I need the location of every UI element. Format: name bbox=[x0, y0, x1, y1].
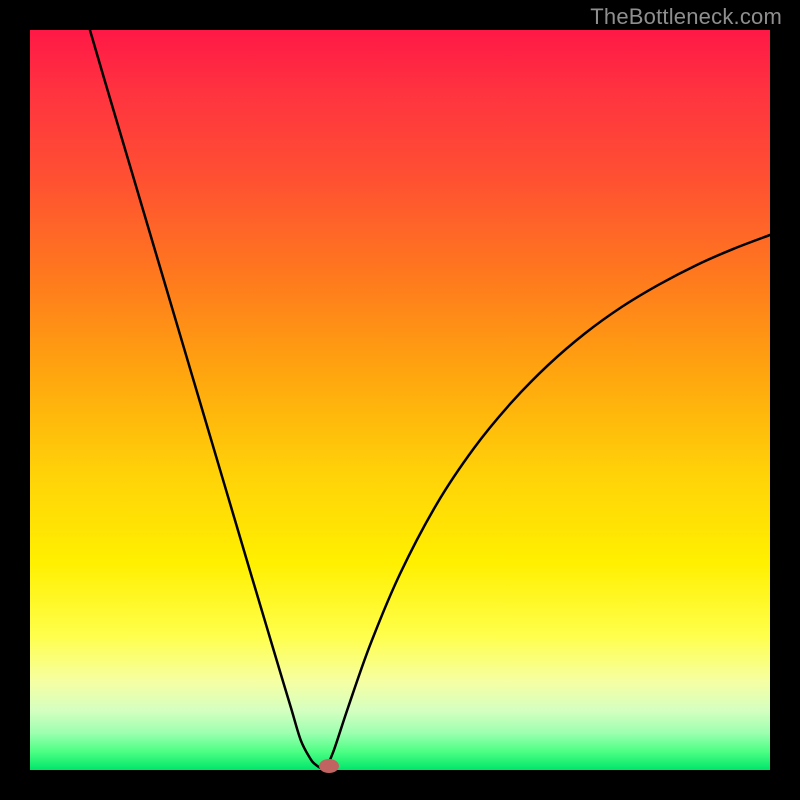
chart-frame: TheBottleneck.com bbox=[0, 0, 800, 800]
minimum-marker bbox=[319, 759, 339, 773]
watermark-text: TheBottleneck.com bbox=[590, 4, 782, 30]
bottleneck-curve-left bbox=[90, 30, 325, 770]
bottleneck-curve-right bbox=[325, 235, 770, 770]
plot-area bbox=[30, 30, 770, 770]
curve-svg bbox=[30, 30, 770, 770]
